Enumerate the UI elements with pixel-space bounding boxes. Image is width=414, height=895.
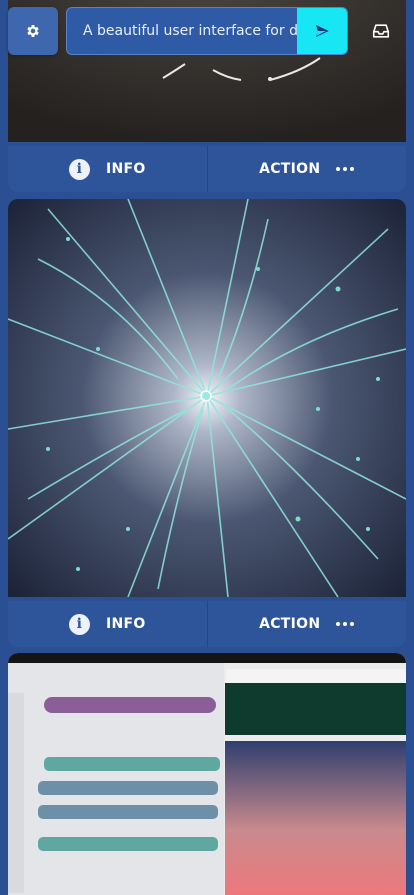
generated-image[interactable]	[8, 199, 406, 598]
info-button[interactable]: i INFO	[8, 601, 207, 647]
send-icon	[316, 25, 329, 37]
image-card	[8, 653, 406, 895]
settings-button[interactable]	[8, 7, 58, 55]
card-action-bar: i INFO ACTION	[8, 146, 406, 192]
action-button[interactable]: ACTION	[206, 146, 407, 192]
card-action-bar: i INFO ACTION	[8, 601, 406, 647]
action-label: ACTION	[259, 616, 321, 632]
info-icon: i	[68, 158, 90, 180]
gear-icon	[27, 25, 39, 37]
info-label: INFO	[105, 161, 146, 177]
top-bar	[0, 0, 414, 62]
generated-image[interactable]	[8, 653, 406, 895]
info-icon: i	[68, 613, 90, 635]
inbox-icon	[372, 24, 390, 38]
action-button[interactable]: ACTION	[206, 601, 407, 647]
action-label: ACTION	[259, 161, 321, 177]
info-label: INFO	[105, 616, 146, 632]
prompt-bar	[66, 7, 348, 55]
info-button[interactable]: i INFO	[8, 146, 207, 192]
inbox-button[interactable]	[356, 7, 406, 55]
image-card: i INFO ACTION	[8, 199, 406, 647]
more-dots-icon	[336, 167, 355, 171]
send-button[interactable]	[297, 8, 347, 54]
more-dots-icon	[336, 622, 355, 626]
prompt-input[interactable]	[67, 8, 299, 54]
